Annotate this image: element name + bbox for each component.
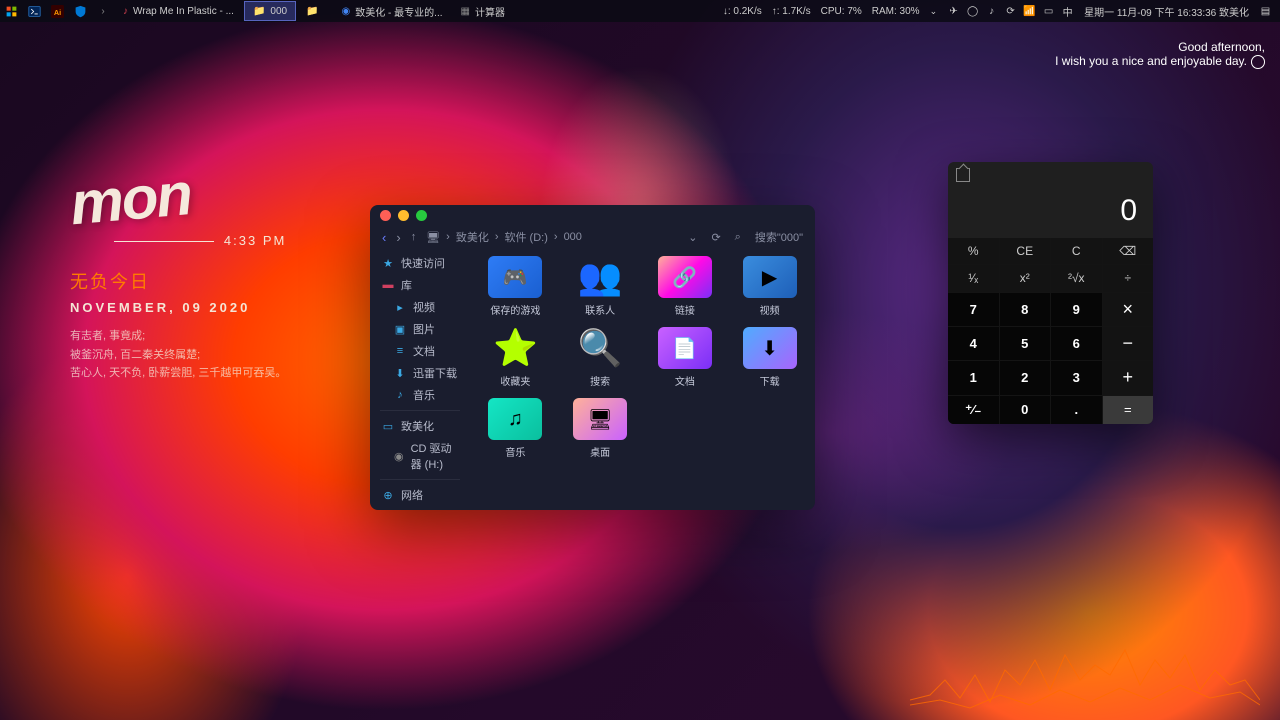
sidebar-item[interactable]: ⬇迅雷下载 [370, 362, 470, 384]
search-input[interactable]: 搜索"000" [755, 229, 803, 245]
taskbar-task[interactable]: 📁 [298, 1, 331, 21]
net-down: ↓: 0.2K/s [723, 6, 762, 17]
folder-item[interactable]: 🔍搜索 [559, 325, 642, 390]
taskbar-task[interactable]: ◉致美化 - 最专业的... [334, 1, 451, 21]
taskbar-task[interactable]: ♪Wrap Me In Plastic - ... [115, 1, 242, 21]
explorer-sidebar: ★快速访问▬库▸视频▣图片≡文档⬇迅雷下载♪音乐 ▭致美化◉CD 驱动器 (H:)… [370, 248, 470, 510]
back-button[interactable]: ‹ [382, 230, 386, 245]
folder-item[interactable]: ♫音乐 [474, 396, 557, 461]
greeting-line1: Good afternoon, [1055, 40, 1265, 54]
calc-key-x²[interactable]: x² [1000, 265, 1051, 291]
sidebar-item[interactable]: ⊕网络 [370, 484, 470, 506]
dropdown-icon[interactable]: ⌄ [688, 231, 697, 244]
folder-item[interactable]: ▶视频 [728, 254, 811, 319]
file-explorer-window: ‹ › ↑ 🖥› 致美化› 软件 (D:)› 000 ⌄ ⟳ ⌕ 搜索"000"… [370, 205, 815, 510]
calc-key-.[interactable]: . [1051, 396, 1102, 424]
calc-key-4[interactable]: 4 [948, 327, 999, 360]
cpu-stat: CPU: 7% [821, 6, 862, 17]
forward-button[interactable]: › [396, 230, 400, 245]
refresh-button[interactable]: ⟳ [711, 231, 720, 244]
up-button[interactable]: ↑ [411, 231, 417, 243]
defender-icon[interactable] [69, 0, 91, 22]
sidebar-item[interactable]: ♪音乐 [370, 384, 470, 406]
svg-text:Ai: Ai [53, 7, 60, 16]
sound-icon[interactable]: ♪ [985, 5, 998, 18]
folder-item[interactable]: 📄文档 [644, 325, 727, 390]
folder-item[interactable]: 👥联系人 [559, 254, 642, 319]
taskbar-task[interactable]: 📁000 [244, 1, 296, 21]
calc-key-C[interactable]: C [1051, 238, 1102, 264]
pc-icon[interactable]: 🖥 [426, 231, 440, 244]
calc-key-×[interactable]: × [1103, 293, 1154, 326]
ai-icon[interactable]: Ai [46, 0, 68, 22]
calc-key-3[interactable]: 3 [1051, 361, 1102, 394]
greeting-widget: Good afternoon, I wish you a nice and en… [1055, 40, 1265, 69]
sync-icon[interactable]: ⟳ [1004, 5, 1017, 18]
calc-key-CE[interactable]: CE [1000, 238, 1051, 264]
sidebar-item[interactable]: ◉CD 驱动器 (H:) [370, 437, 470, 475]
calc-key-−[interactable]: − [1103, 327, 1154, 360]
calc-key-5[interactable]: 5 [1000, 327, 1051, 360]
breadcrumb[interactable]: 🖥› 致美化› 软件 (D:)› 000 [426, 229, 582, 245]
taskbar: Ai › ♪Wrap Me In Plastic - ...📁000📁◉致美化 … [0, 0, 1280, 22]
folder-item[interactable]: ⭐收藏夹 [474, 325, 557, 390]
calc-key-7[interactable]: 7 [948, 293, 999, 326]
close-button[interactable] [380, 210, 391, 221]
folder-item[interactable]: 🖥桌面 [559, 396, 642, 461]
calculator-window: 0 %CEC⌫¹⁄ₓx²²√x÷789×456−123+⁺⁄₋0.= [948, 162, 1153, 424]
sidebar-item[interactable]: ▸视频 [370, 296, 470, 318]
date-label: NOVEMBER, 09 2020 [70, 300, 286, 315]
sidebar-item[interactable]: ▭致美化 [370, 415, 470, 437]
calc-key-⁺⁄₋[interactable]: ⁺⁄₋ [948, 396, 999, 424]
bell-icon[interactable]: ◯ [966, 5, 979, 18]
maximize-button[interactable] [416, 210, 427, 221]
wifi-icon[interactable]: 📶 [1023, 5, 1036, 18]
ram-stat: RAM: 30% [872, 6, 920, 17]
sidebar-item[interactable]: ★快速访问 [370, 252, 470, 274]
folder-item[interactable]: 🔗链接 [644, 254, 727, 319]
sidebar-item[interactable]: ▣图片 [370, 318, 470, 340]
rainmeter-widget: mon 4:33 PM 无负今日 NOVEMBER, 09 2020 有志者, … [70, 160, 286, 383]
greeting-line2: I wish you a nice and enjoyable day. [1055, 54, 1247, 68]
office-icon[interactable] [0, 0, 22, 22]
clock[interactable]: 星期一 11月-09 下午 16:33:36 致美化 [1084, 4, 1249, 19]
calc-key-9[interactable]: 9 [1051, 293, 1102, 326]
calc-key-1[interactable]: 1 [948, 361, 999, 394]
folder-item[interactable]: ⬇下载 [728, 325, 811, 390]
sidebar-item[interactable]: ▬库 [370, 274, 470, 296]
calc-key-%[interactable]: % [948, 238, 999, 264]
audio-visualizer [910, 630, 1260, 720]
calc-key-+[interactable]: + [1103, 361, 1154, 394]
calc-key-¹⁄ₓ[interactable]: ¹⁄ₓ [948, 265, 999, 291]
taskbar-task[interactable]: ▦计算器 [453, 1, 513, 21]
net-up: ↑: 1.7K/s [772, 6, 811, 17]
telegram-icon[interactable]: ✈ [947, 5, 960, 18]
calc-display: 0 [948, 188, 1153, 238]
minimize-button[interactable] [398, 210, 409, 221]
battery-icon[interactable]: ▭ [1042, 5, 1055, 18]
powershell-icon[interactable] [23, 0, 45, 22]
notification-icon[interactable]: ▤ [1259, 5, 1272, 18]
calc-key-⌫[interactable]: ⌫ [1103, 238, 1154, 264]
input-icon[interactable]: 中 [1061, 5, 1074, 18]
sidebar-item[interactable]: ≡文档 [370, 340, 470, 362]
day-label: mon [67, 151, 289, 239]
folder-item[interactable]: 🎮保存的游戏 [474, 254, 557, 319]
window-titlebar[interactable] [370, 205, 815, 227]
explorer-content: 🎮保存的游戏👥联系人🔗链接▶视频 ⭐收藏夹🔍搜索📄文档⬇下载 ♫音乐🖥桌面 [470, 248, 815, 510]
chevron-down-icon[interactable]: ⌄ [930, 6, 938, 17]
calc-keypad: %CEC⌫ ¹⁄ₓx²²√x÷ 789× 456− 123+ ⁺⁄₋0.= [948, 238, 1153, 424]
search-icon: ⌕ [735, 231, 741, 244]
calc-key-8[interactable]: 8 [1000, 293, 1051, 326]
calc-key-÷[interactable]: ÷ [1103, 265, 1154, 291]
calc-key-2[interactable]: 2 [1000, 361, 1051, 394]
calc-key-²√x[interactable]: ²√x [1051, 265, 1102, 291]
arrow-icon[interactable]: › [92, 0, 114, 22]
smile-icon [1251, 55, 1265, 69]
motto-title: 无负今日 [70, 268, 286, 294]
calc-key-0[interactable]: 0 [1000, 396, 1051, 424]
keep-on-top-button[interactable] [956, 168, 970, 182]
calc-key-6[interactable]: 6 [1051, 327, 1102, 360]
calc-key-=[interactable]: = [1103, 396, 1154, 424]
